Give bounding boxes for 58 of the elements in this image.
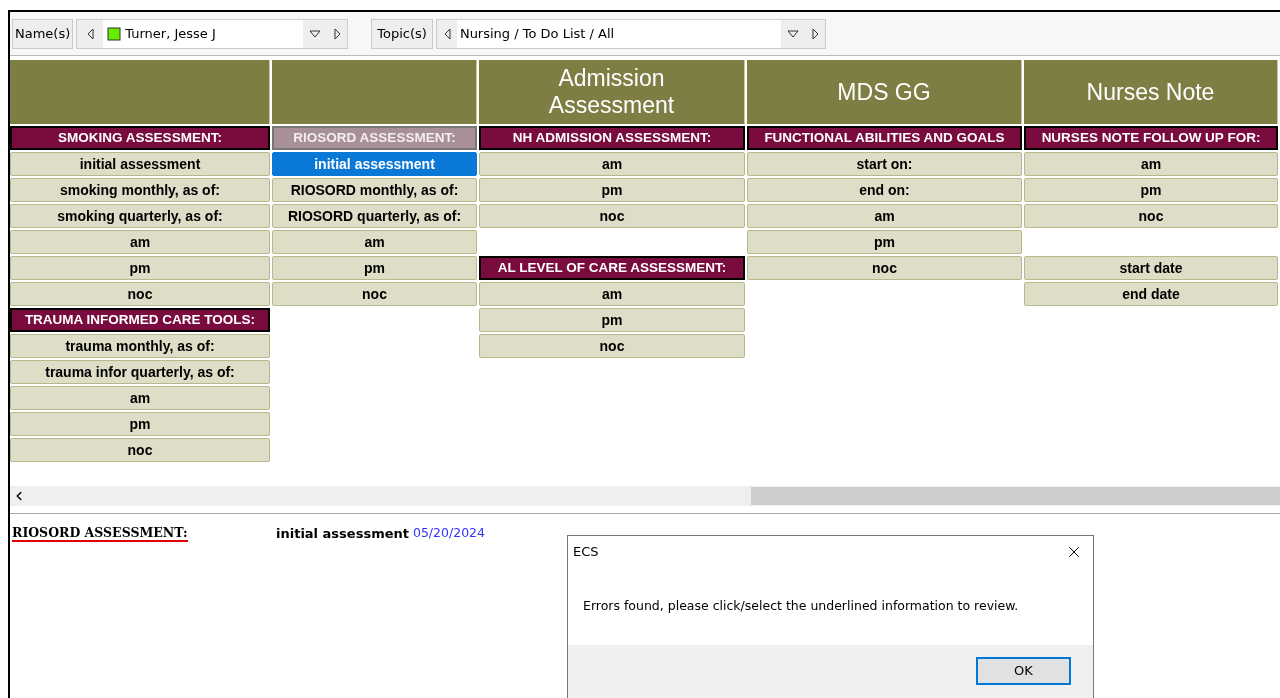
list-item[interactable]: pm: [479, 178, 745, 202]
list-item[interactable]: trauma infor quarterly, as of:: [10, 360, 270, 384]
list-item[interactable]: noc: [10, 282, 270, 306]
horizontal-scrollbar[interactable]: [10, 486, 1280, 506]
column-header: MDS GG: [747, 60, 1022, 124]
list-item[interactable]: smoking monthly, as of:: [10, 178, 270, 202]
list-item[interactable]: start on:: [747, 152, 1022, 176]
section-header[interactable]: FUNCTIONAL ABILITIES AND GOALS: [747, 126, 1022, 150]
previous-icon[interactable]: [85, 26, 96, 41]
list-item[interactable]: noc: [479, 334, 745, 358]
list-item[interactable]: initial assessment: [272, 152, 477, 176]
section-header[interactable]: NURSES NOTE FOLLOW UP FOR:: [1024, 126, 1278, 150]
names-button[interactable]: Name(s): [12, 18, 74, 49]
list-item[interactable]: am: [272, 230, 477, 254]
list-item[interactable]: initial assessment: [10, 152, 270, 176]
section-header[interactable]: SMOKING ASSESSMENT:: [10, 126, 270, 150]
list-item[interactable]: noc: [747, 256, 1022, 280]
dialog-title: ECS: [573, 543, 599, 562]
list-item[interactable]: am: [479, 152, 745, 176]
list-item[interactable]: pm: [747, 230, 1022, 254]
list-item[interactable]: noc: [10, 438, 270, 462]
status-square-icon: [107, 26, 122, 41]
item-date: 05/20/2024: [412, 524, 485, 542]
list-item[interactable]: pm: [10, 412, 270, 436]
list-item[interactable]: start date: [1024, 256, 1278, 280]
list-item[interactable]: RIOSORD quarterly, as of:: [272, 204, 477, 228]
list-item[interactable]: pm: [1024, 178, 1278, 202]
list-item[interactable]: am: [479, 282, 745, 306]
list-item[interactable]: pm: [10, 256, 270, 280]
dialog-message: Errors found, please click/select the underlined information to review.: [583, 597, 1019, 616]
list-item[interactable]: smoking quarterly, as of:: [10, 204, 270, 228]
list-item[interactable]: noc: [1024, 204, 1278, 228]
list-item[interactable]: end on:: [747, 178, 1022, 202]
list-item[interactable]: noc: [272, 282, 477, 306]
column-header: Admission Assessment: [479, 60, 745, 124]
section-header[interactable]: NH ADMISSION ASSESSMENT:: [479, 126, 745, 150]
section-header[interactable]: TRAUMA INFORMED CARE TOOLS:: [10, 308, 270, 332]
list-item[interactable]: am: [1024, 152, 1278, 176]
list-item[interactable]: am: [747, 204, 1022, 228]
list-item[interactable]: RIOSORD monthly, as of:: [272, 178, 477, 202]
list-item[interactable]: noc: [479, 204, 745, 228]
next-icon[interactable]: [332, 26, 343, 41]
list-item[interactable]: am: [10, 386, 270, 410]
section-header[interactable]: AL LEVEL OF CARE ASSESSMENT:: [479, 256, 745, 280]
topic-selector[interactable]: Nursing / To Do List / All: [435, 18, 826, 49]
list-item[interactable]: pm: [272, 256, 477, 280]
next-icon[interactable]: [809, 26, 820, 41]
list-item[interactable]: trauma monthly, as of:: [10, 334, 270, 358]
scrollbar-thumb[interactable]: [751, 487, 1280, 505]
list-item[interactable]: end date: [1024, 282, 1278, 306]
column-header: Nurses Note: [1024, 60, 1278, 124]
list-item[interactable]: pm: [479, 308, 745, 332]
ok-button[interactable]: OK: [976, 657, 1071, 685]
section-link[interactable]: RIOSORD ASSESSMENT:: [12, 524, 276, 543]
list-item[interactable]: am: [10, 230, 270, 254]
topics-button[interactable]: Topic(s): [371, 18, 433, 49]
item-label: initial assessment: [276, 525, 409, 543]
name-selector[interactable]: Turner, Jesse J: [76, 18, 349, 49]
